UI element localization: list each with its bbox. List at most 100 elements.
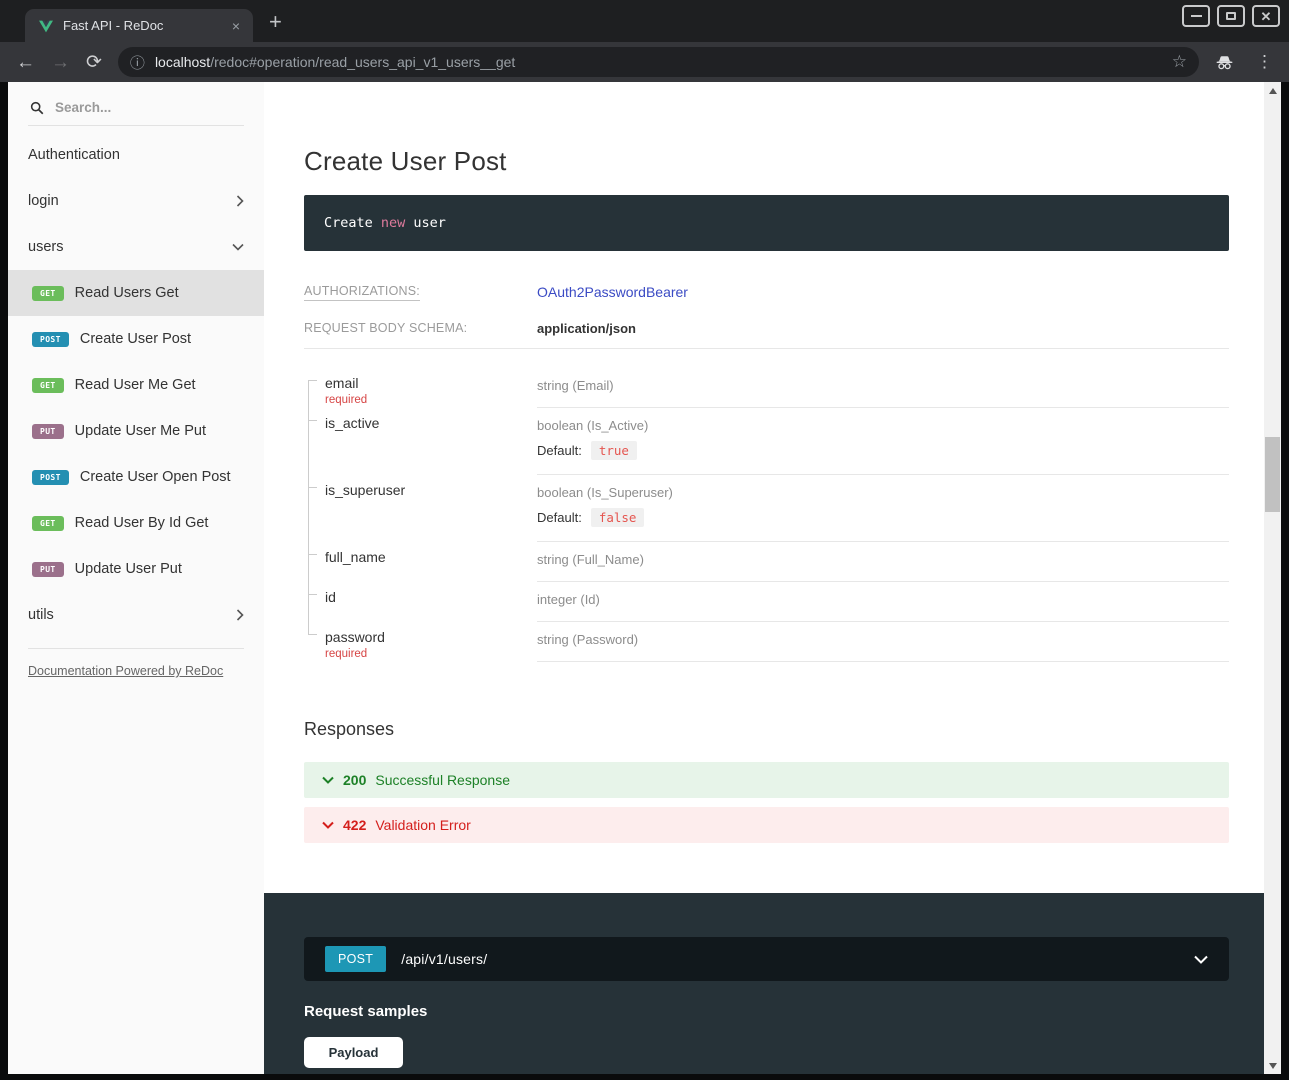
incognito-icon [1215,55,1234,70]
sidebar-item-utils[interactable]: utils [8,592,264,638]
chevron-down-icon [322,776,334,784]
scroll-up-icon[interactable] [1264,83,1281,98]
bookmark-star-icon[interactable]: ☆ [1172,52,1187,72]
favicon [38,18,54,34]
sidebar-item-read-user-by-id-get[interactable]: GET Read User By Id Get [8,500,264,546]
field-type: string (Email) [537,368,1229,408]
browser-toolbar: ← → ⟳ ⓘ localhost/redoc#operation/read_u… [0,42,1289,82]
method-badge-get: GET [32,516,64,531]
url-bar[interactable]: ⓘ localhost/redoc#operation/read_users_a… [118,47,1199,77]
maximize-icon[interactable] [1217,5,1245,27]
sidebar-item-label: utils [28,607,54,623]
samples-panel: POST /api/v1/users/ Request samples Payl… [264,893,1264,1074]
tab-title: Fast API - ReDoc [63,18,220,33]
search-box[interactable] [28,82,244,126]
back-icon[interactable]: ← [16,53,35,72]
site-info-icon[interactable]: ⓘ [130,52,145,73]
request-body-mime: application/json [537,321,636,336]
scroll-down-icon[interactable] [1264,1058,1281,1073]
browser-menu-icon[interactable]: ⋮ [1250,52,1279,72]
page-scrollbar[interactable] [1264,82,1281,1074]
sidebar-item-create-user-post[interactable]: POST Create User Post [8,316,264,362]
sidebar-item-read-user-me-get[interactable]: GET Read User Me Get [8,362,264,408]
response-422-banner[interactable]: 422 Validation Error [304,807,1229,843]
forward-icon[interactable]: → [51,53,70,72]
schema-table: email required string (Email) is_active … [304,368,1229,662]
redoc-footer-link[interactable]: Documentation Powered by ReDoc [28,664,223,678]
method-badge-get: GET [32,378,64,393]
sidebar-item-create-user-open-post[interactable]: POST Create User Open Post [8,454,264,500]
field-row-id: id integer (Id) [304,582,1229,622]
responses-title: Responses [304,719,1229,740]
sidebar-item-label: Read User Me Get [75,377,196,393]
sidebar-item-label: Read Users Get [75,285,179,301]
authorizations-label: AUTHORIZATIONS: [304,284,537,298]
sidebar-item-update-user-put[interactable]: PUT Update User Put [8,546,264,592]
chevron-right-icon [236,195,244,207]
sidebar-footer: Documentation Powered by ReDoc [28,648,244,680]
sidebar-item-users[interactable]: users [8,224,264,270]
new-tab-icon[interactable]: + [269,9,282,35]
url-path: /redoc#operation/read_users_api_v1_users… [210,54,515,70]
field-row-is-superuser: is_superuser boolean (Is_Superuser) Defa… [304,475,1229,542]
title-bar: Fast API - ReDoc × + ✕ [0,0,1289,42]
sidebar-item-read-users-get[interactable]: GET Read Users Get [8,270,264,316]
sidebar-item-label: users [28,239,63,255]
code-highlight: new [381,215,405,231]
tab-close-icon[interactable]: × [229,18,243,34]
field-name: email [325,375,537,391]
sidebar-item-label: Update User Put [75,561,182,577]
sidebar-item-label: Update User Me Put [75,423,206,439]
sidebar-item-label: Authentication [28,147,120,163]
field-name: is_superuser [325,482,537,498]
sidebar: Authentication login users GET Read User… [8,82,264,1074]
sidebar-item-authentication[interactable]: Authentication [8,132,264,178]
field-type: integer (Id) [537,582,1229,622]
chevron-down-icon [322,821,334,829]
search-icon [30,101,44,115]
request-samples-title: Request samples [304,1003,1229,1020]
default-label: Default: [537,443,582,458]
response-label: Successful Response [375,772,510,788]
chevron-right-icon [236,609,244,621]
minimize-icon[interactable] [1182,5,1210,27]
field-row-is-active: is_active boolean (Is_Active) Default: t… [304,408,1229,475]
field-type: boolean (Is_Superuser) [537,485,1229,500]
browser-tab[interactable]: Fast API - ReDoc × [25,9,253,42]
search-input[interactable] [53,99,223,116]
sidebar-item-login[interactable]: login [8,178,264,224]
method-badge-put: PUT [32,424,64,439]
page-title: Create User Post [304,146,1229,177]
window-close-icon[interactable]: ✕ [1252,5,1280,27]
chevron-down-icon [232,243,244,251]
field-row-full-name: full_name string (Full_Name) [304,542,1229,582]
method-badge-put: PUT [32,562,64,577]
endpoint-dropdown[interactable]: POST /api/v1/users/ [304,937,1229,981]
field-name: id [325,589,537,605]
url-text[interactable]: localhost/redoc#operation/read_users_api… [155,54,1162,70]
sidebar-item-label: Create User Open Post [80,469,231,485]
chevron-down-icon [1194,955,1208,964]
default-value: true [591,441,637,460]
response-code: 422 [343,817,366,833]
scrollbar-thumb[interactable] [1265,437,1280,512]
field-row-email: email required string (Email) [304,368,1229,408]
reload-icon[interactable]: ⟳ [86,53,102,72]
default-value: false [591,508,645,527]
response-200-banner[interactable]: 200 Successful Response [304,762,1229,798]
method-badge-post: POST [32,332,69,347]
sidebar-item-update-user-me-put[interactable]: PUT Update User Me Put [8,408,264,454]
sidebar-item-label: Read User By Id Get [75,515,209,531]
field-type: boolean (Is_Active) [537,418,1229,433]
field-name: full_name [325,549,537,565]
method-badge-post: POST [32,470,69,485]
endpoint-path: /api/v1/users/ [401,951,487,967]
sidebar-item-label: Create User Post [80,331,191,347]
field-name: password [325,629,537,645]
response-code: 200 [343,772,366,788]
main-content: Create User Post Create new user AUTHORI… [264,82,1264,1074]
oauth-link[interactable]: OAuth2PasswordBearer [537,284,688,300]
payload-tab[interactable]: Payload [304,1037,403,1068]
operation-description-code: Create new user [304,195,1229,251]
field-name: is_active [325,415,537,431]
